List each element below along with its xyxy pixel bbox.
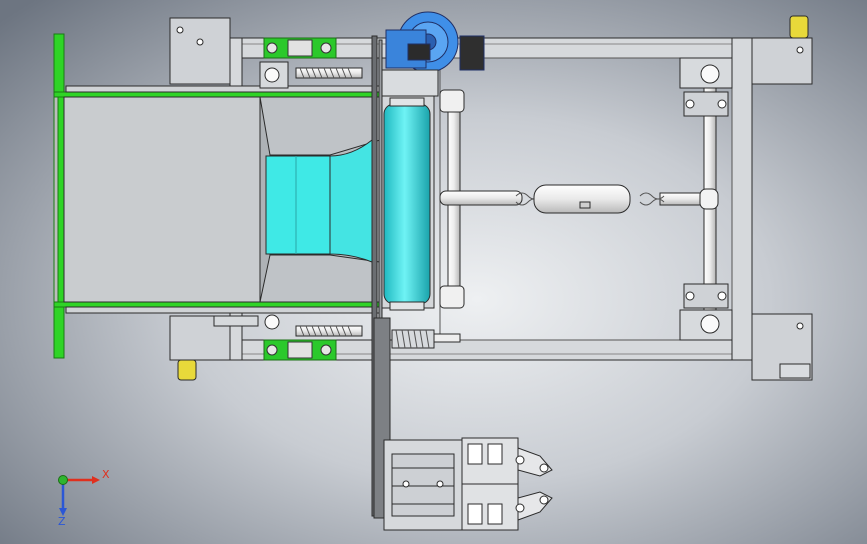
bearing-right-bottom [679,283,733,341]
bearing-right-top [679,57,733,117]
side-plate-top [65,85,383,93]
cyan-roller[interactable] [379,95,435,311]
bearing-block-top[interactable] [263,37,337,59]
foot-pad-top-right [789,15,809,39]
cad-viewport[interactable]: X Z [0,0,867,544]
pivot-top [439,89,465,113]
pneumatic-cylinder[interactable] [533,184,631,214]
hopper-liquid [265,138,373,263]
corner-plate-bottom-right [751,313,813,381]
bearing-block-bottom[interactable] [263,339,337,361]
pivot-bottom [439,285,465,309]
gripper-jaw-block[interactable] [461,437,519,531]
triad-y-axis [58,475,68,485]
corner-plate-top-right [751,37,813,85]
triad-x-label: X [102,468,110,481]
side-plate-bottom [65,306,383,314]
triad-z-label: Z [58,515,66,528]
foot-pad-bottom-left [177,359,197,381]
corner-plate-top-left [169,17,231,85]
